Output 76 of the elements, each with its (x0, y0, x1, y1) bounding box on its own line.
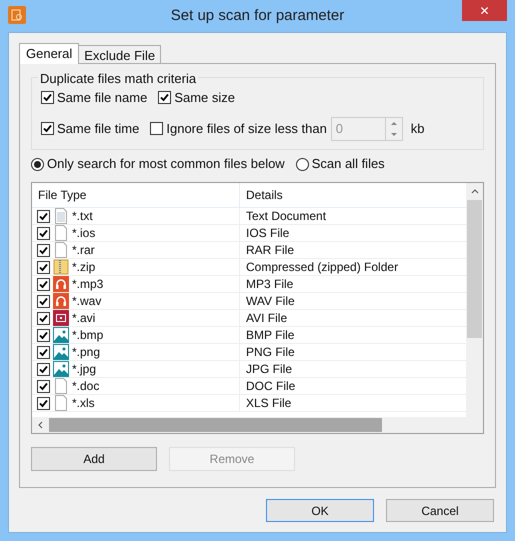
checkbox[interactable] (37, 244, 50, 256)
table-cell-text: XLS File (245, 395, 292, 411)
table-cell-text: Text Document (245, 208, 328, 224)
checkbox[interactable] (37, 312, 50, 324)
headphones-icon (53, 293, 69, 309)
radio-button[interactable] (31, 158, 44, 170)
headphones-icon (53, 276, 69, 292)
table-cell-text: *.doc (72, 378, 100, 395)
radio-option[interactable]: Only search for most common files below (31, 154, 285, 174)
list-action-button[interactable]: Add (31, 447, 157, 471)
table-cell-text: *.txt (72, 208, 93, 225)
image-file-icon (53, 361, 69, 377)
checkbox-option[interactable]: Same file name (41, 88, 148, 108)
checkbox[interactable] (37, 226, 50, 240)
column-header[interactable]: Details (240, 183, 466, 207)
table-cell-text: DOC File (245, 378, 296, 394)
horizontal-scrollbar[interactable] (32, 417, 483, 433)
radio-option[interactable]: Scan all files (296, 154, 385, 174)
table-cell-text: *.wav (72, 293, 102, 310)
image-file-icon (53, 327, 69, 343)
file-icon (53, 395, 69, 411)
video-file-icon (53, 310, 69, 326)
table-cell-text: BMP File (245, 327, 296, 343)
checkbox[interactable] (150, 122, 164, 135)
checkbox[interactable] (37, 210, 50, 222)
vertical-scrollbar[interactable] (466, 183, 483, 417)
checkbox[interactable] (37, 260, 50, 274)
checkbox[interactable] (37, 346, 50, 358)
size-value: 0 (334, 120, 344, 138)
app-icon (8, 6, 26, 24)
file-icon (53, 242, 69, 258)
table-cell-text: RAR File (245, 242, 296, 258)
checkbox[interactable] (158, 91, 172, 104)
dialog-button[interactable]: OK (266, 499, 374, 522)
table-cell-text: *.ios (72, 225, 96, 242)
checkbox[interactable] (37, 362, 50, 376)
table-cell-text: MP3 File (245, 276, 294, 292)
table-cell-text: *.jpg (72, 361, 96, 378)
tab[interactable]: Exclude File (79, 45, 162, 64)
scroll-thumb[interactable] (467, 200, 482, 338)
window-title: Set up scan for parameter (170, 6, 344, 26)
table-cell-text: *.mp3 (72, 276, 104, 293)
image-file-icon (53, 344, 69, 360)
unit-label: kb (410, 120, 425, 138)
checkbox-option[interactable]: Same size (158, 88, 236, 108)
table-cell-text: *.zip (72, 259, 96, 276)
table-cell-text: *.png (72, 344, 100, 361)
dialog-button[interactable]: Cancel (386, 499, 494, 522)
table-cell-text: *.avi (72, 310, 96, 327)
table-cell-text: WAV File (245, 293, 296, 309)
checkbox[interactable] (41, 122, 54, 135)
tab[interactable]: General (19, 43, 80, 64)
checkbox[interactable] (37, 294, 50, 308)
table-cell-text: IOS File (245, 225, 290, 241)
table-cell-text: Compressed (zipped) Folder (245, 259, 400, 275)
table-cell-text: AVI File (245, 310, 288, 326)
checkbox[interactable] (37, 380, 50, 392)
scroll-thumb[interactable] (49, 418, 382, 432)
zip-folder-icon (53, 259, 69, 275)
file-icon (53, 378, 69, 394)
file-icon (53, 225, 69, 241)
table-cell-text: *.rar (72, 242, 95, 259)
table-cell-text: PNG File (245, 344, 296, 360)
checkbox[interactable] (37, 396, 50, 410)
close-button[interactable]: ✕ (462, 0, 507, 21)
text-file-icon (53, 208, 69, 224)
checkbox[interactable] (41, 91, 54, 104)
checkbox[interactable] (37, 278, 50, 290)
table-cell-text: JPG File (245, 361, 294, 377)
checkbox-option[interactable]: Same file time (41, 118, 140, 138)
table-cell-text: *.xls (72, 395, 95, 412)
table-cell-text: *.bmp (72, 327, 104, 344)
checkbox-option[interactable]: Ignore files of size less than (150, 118, 327, 138)
radio-button[interactable] (296, 158, 309, 170)
column-header[interactable]: File Type (32, 183, 240, 207)
checkbox[interactable] (37, 328, 50, 342)
